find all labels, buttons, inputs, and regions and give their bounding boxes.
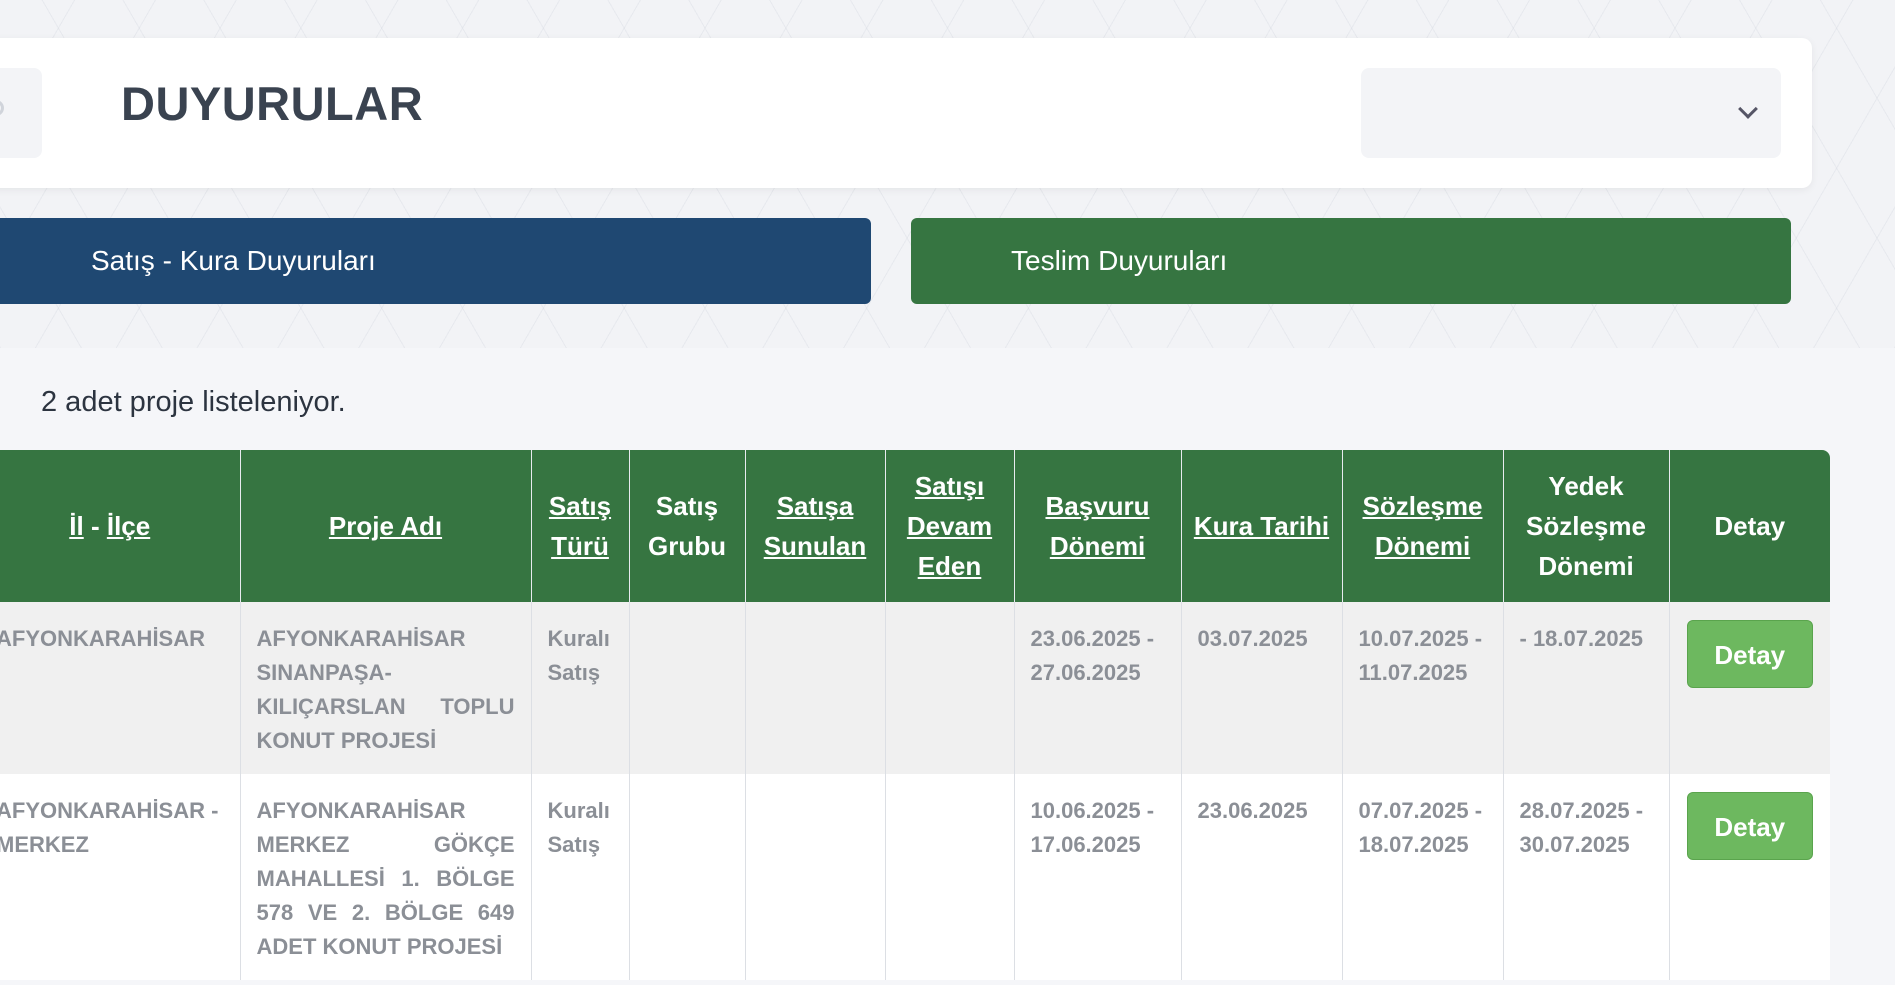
cell-yedek-sozlesme-donemi: 28.07.2025 - 30.07.2025 [1503,774,1670,980]
cell-basvuru-donemi: 23.06.2025 - 27.06.2025 [1014,602,1182,774]
sort-sozlesme-donemi[interactable]: Sözleşme Dönemi [1363,491,1483,561]
cell-satis-grubu [629,602,746,774]
cell-sozlesme-donemi: 10.07.2025 - 11.07.2025 [1342,602,1504,774]
tab-label: Satış - Kura Duyuruları [91,245,376,276]
sort-proje-adi[interactable]: Proje Adı [329,511,442,541]
detail-button[interactable]: Detay [1686,620,1813,688]
sort-basvuru-donemi[interactable]: Başvuru Dönemi [1045,491,1149,561]
cell-satis-grubu [629,774,746,980]
table-header-row: İl - İlçe Proje Adı Satış Türü Satış Gru… [0,450,1830,602]
col-proje-adi: Proje Adı [240,450,532,602]
col-satis-grubu: Satış Grubu [629,450,746,602]
sort-ilce[interactable]: İlçe [107,511,150,541]
col-satisi-devam-eden: Satışı Devam Eden [885,450,1015,602]
sort-kura-tarihi[interactable]: Kura Tarihi [1194,511,1329,541]
menu-toggle-button[interactable] [0,68,42,158]
cell-satis-turu: Kuralı Satış [531,602,630,774]
project-count-text: 2 adet proje listeleniyor. [41,386,346,418]
cell-kura-tarihi: 23.06.2025 [1181,774,1343,980]
cell-satisa-sunulan [745,774,886,980]
col-satis-turu: Satış Türü [531,450,630,602]
col-il-ilce: İl - İlçe [0,450,241,602]
cell-detay: Detay [1669,774,1830,980]
table-row: AFYONKARAHİSAR AFYONKARAHİSAR SINANPAŞA-… [0,602,1830,774]
cell-il-ilce: AFYONKARAHİSAR [0,602,241,774]
col-sozlesme-donemi: Sözleşme Dönemi [1342,450,1504,602]
table-row: AFYONKARAHİSAR - MERKEZ AFYONKARAHİSAR M… [0,774,1830,980]
tab-sales-lottery-announcements[interactable]: Satış - Kura Duyuruları [0,218,871,304]
cell-satisa-sunulan [745,602,886,774]
page-title: DUYURULAR [121,77,424,130]
col-kura-tarihi: Kura Tarihi [1181,450,1343,602]
cell-satisi-devam-eden [885,602,1015,774]
col-yedek-sozlesme-donemi: Yedek Sözleşme Dönemi [1503,450,1670,602]
cell-satis-turu: Kuralı Satış [531,774,630,980]
cell-il-ilce: AFYONKARAHİSAR - MERKEZ [0,774,241,980]
col-separator: - [83,511,107,541]
cell-proje-adi: AFYONKARAHİSAR MERKEZ GÖKÇE MAHALLESİ 1.… [240,774,532,980]
tab-label: Teslim Duyuruları [1011,245,1228,276]
cell-sozlesme-donemi: 07.07.2025 - 18.07.2025 [1342,774,1504,980]
chevron-down-icon [1738,99,1758,119]
col-satisa-sunulan: Satışa Sunulan [745,450,886,602]
sort-satisi-devam-eden[interactable]: Satışı Devam Eden [907,471,992,581]
cell-proje-adi: AFYONKARAHİSAR SINANPAŞA-KILIÇARSLAN TOP… [240,602,532,774]
tab-delivery-announcements[interactable]: Teslim Duyuruları [911,218,1791,304]
sort-satisa-sunulan[interactable]: Satışa Sunulan [764,491,867,561]
cell-kura-tarihi: 03.07.2025 [1181,602,1343,774]
detail-button[interactable]: Detay [1686,792,1813,860]
cell-satisi-devam-eden [885,774,1015,980]
cell-yedek-sozlesme-donemi: - 18.07.2025 [1503,602,1670,774]
projects-table: İl - İlçe Proje Adı Satış Türü Satış Gru… [0,450,1830,980]
col-detay: Detay [1669,450,1830,602]
sort-il[interactable]: İl [69,511,83,541]
col-basvuru-donemi: Başvuru Dönemi [1014,450,1182,602]
filter-select[interactable] [1361,68,1781,158]
sort-satis-turu[interactable]: Satış Türü [549,491,611,561]
cell-detay: Detay [1669,602,1830,774]
cell-basvuru-donemi: 10.06.2025 - 17.06.2025 [1014,774,1182,980]
